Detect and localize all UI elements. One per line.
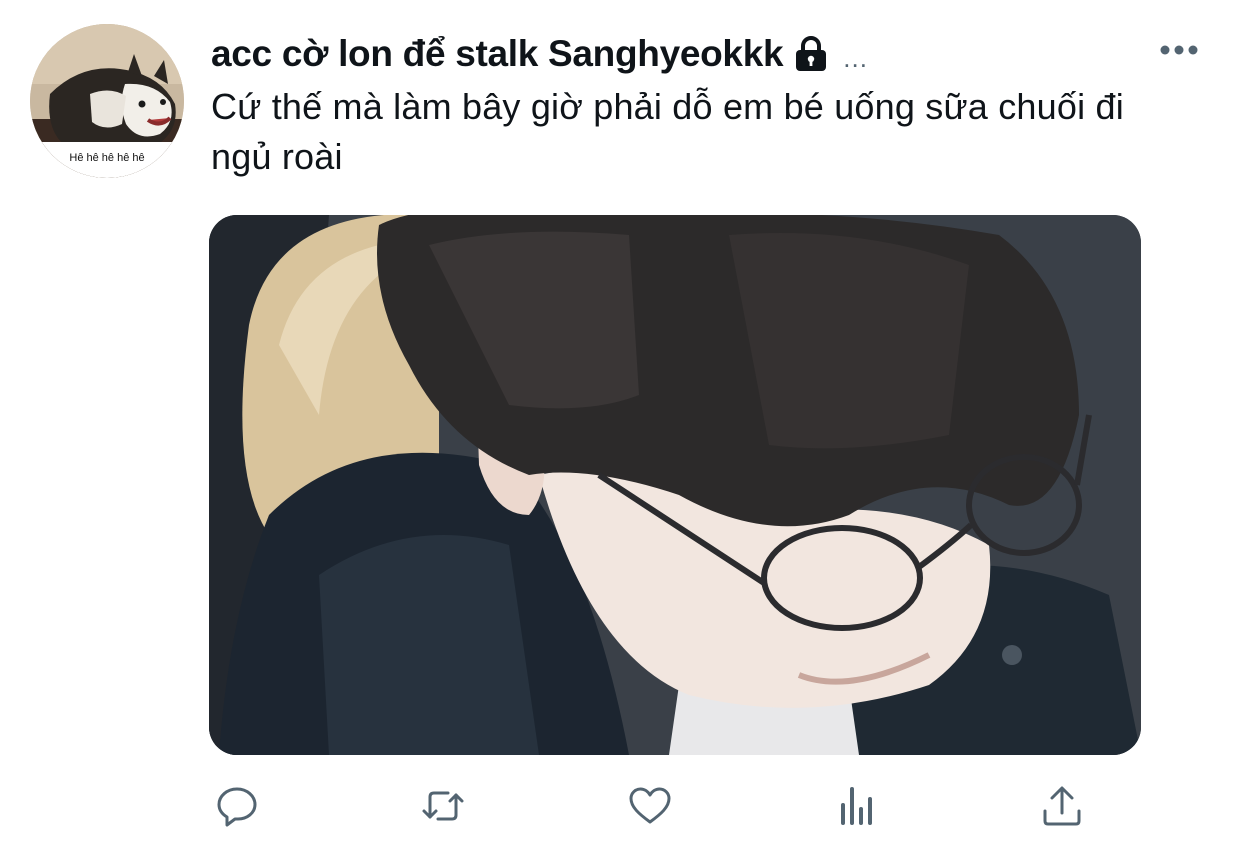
tweet-header: acc cờ lon để stalk Sanghyeokkk ...	[211, 33, 868, 75]
like-button[interactable]	[622, 778, 678, 834]
more-options-icon[interactable]	[1158, 40, 1200, 60]
share-button[interactable]	[1034, 778, 1090, 834]
display-name[interactable]: acc cờ lon để stalk Sanghyeokkk	[211, 33, 784, 75]
header-ellipsis: ...	[843, 42, 868, 73]
tweet-photo[interactable]	[209, 215, 1141, 755]
retweet-button[interactable]	[415, 778, 471, 834]
analytics-button[interactable]	[828, 778, 884, 834]
avatar-caption: Hê hê hê hê hê	[69, 152, 145, 164]
tweet-text: Cứ thế mà làm bây giờ phải dỗ em bé uống…	[211, 86, 1124, 177]
retweet-arrows-icon	[422, 791, 464, 821]
photo-person-with-glasses	[209, 215, 1141, 755]
heart-icon	[629, 787, 671, 824]
share-upload-icon	[1043, 786, 1081, 826]
avatar[interactable]: Hê hê hê hê hê	[30, 24, 184, 178]
bar-chart-icon	[841, 787, 872, 825]
lock-icon	[793, 35, 829, 73]
speech-bubble-icon	[217, 787, 257, 827]
reply-button[interactable]	[209, 778, 265, 834]
